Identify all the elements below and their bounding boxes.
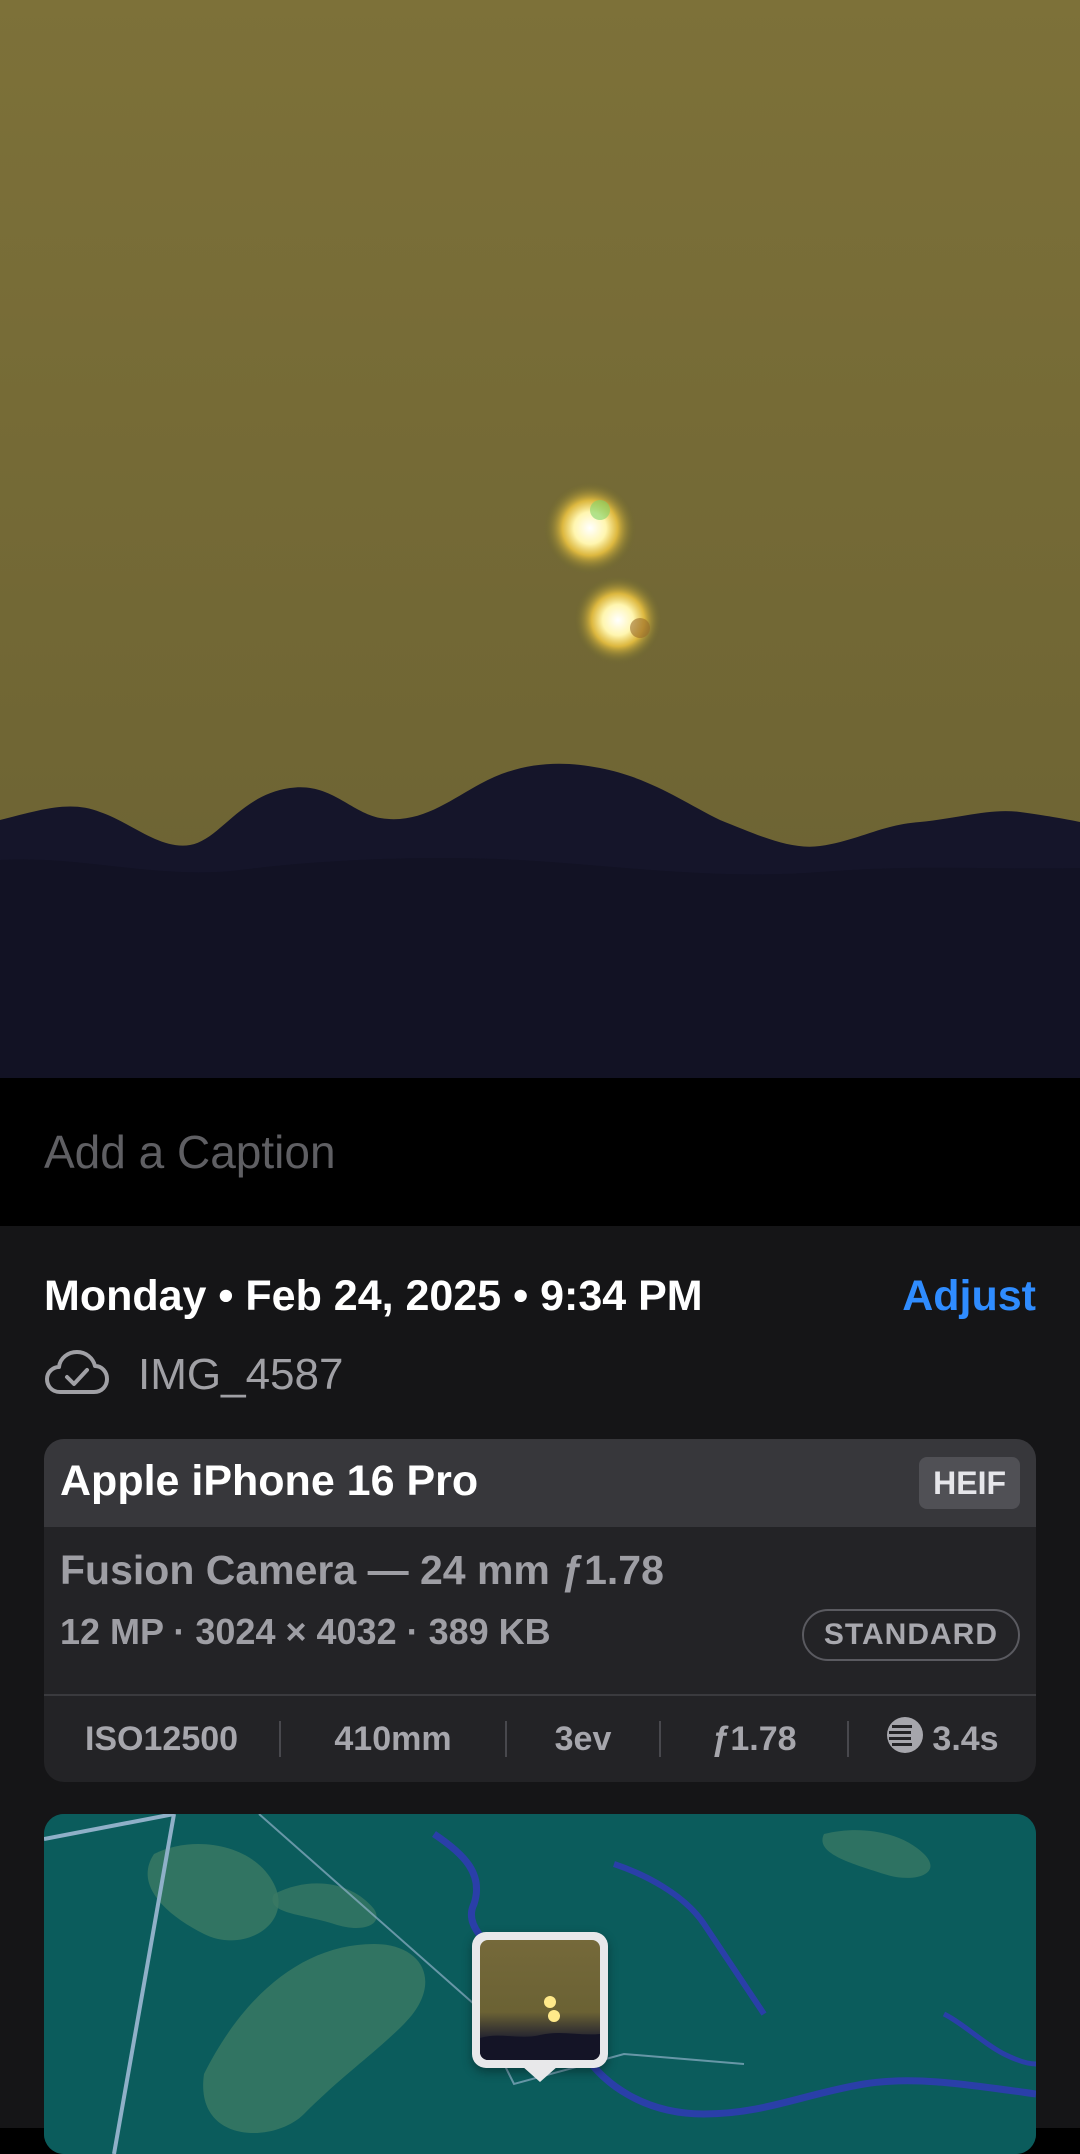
icloud-check-icon	[44, 1348, 110, 1403]
exif-shutter-value: 3.4s	[932, 1719, 999, 1758]
info-panel: Monday • Feb 24, 2025 • 9:34 PM Adjust I…	[0, 1226, 1080, 2154]
photo-thumbnail	[480, 1940, 600, 2060]
exif-aperture: ƒ1.78	[711, 1719, 797, 1758]
capture-date: Monday • Feb 24, 2025 • 9:34 PM	[44, 1272, 703, 1320]
pin-tail	[522, 2066, 558, 2082]
photo-image	[0, 0, 1080, 1078]
exif-iso: ISO12500	[84, 1719, 239, 1758]
camera-info-card: Apple iPhone 16 Pro HEIF Fusion Camera —…	[44, 1439, 1036, 1782]
photographic-style-badge: STANDARD	[801, 1609, 1020, 1661]
exif-exposure-bias: 3ev	[554, 1719, 612, 1758]
adjust-button[interactable]: Adjust	[902, 1272, 1036, 1321]
shutter-speed-icon	[886, 1716, 924, 1763]
image-specs: 12 MP · 3024 × 4032 · 389 KB	[60, 1611, 551, 1652]
date-row: Monday • Feb 24, 2025 • 9:34 PM Adjust	[44, 1272, 1036, 1332]
file-name: IMG_4587	[138, 1350, 344, 1399]
exif-shutter: 3.4s	[849, 1716, 1036, 1763]
device-name: Apple iPhone 16 Pro	[60, 1457, 479, 1505]
photo-viewer[interactable]	[0, 0, 1080, 1078]
caption-input[interactable]	[44, 1124, 1034, 1180]
camera-card-header: Apple iPhone 16 Pro HEIF	[44, 1439, 1036, 1527]
exif-row: ISO12500 410mm 3ev ƒ1.78 3.4s	[44, 1696, 1036, 1782]
format-badge: HEIF	[919, 1457, 1020, 1509]
file-row: IMG_4587	[44, 1346, 744, 1406]
caption-section	[0, 1078, 1080, 1226]
lens-info: Fusion Camera — 24 mm ƒ1.78	[60, 1547, 664, 1593]
location-map[interactable]	[44, 1814, 1036, 2154]
photo-location-pin[interactable]	[472, 1932, 608, 2082]
exif-focal-length: 410mm	[334, 1719, 452, 1758]
